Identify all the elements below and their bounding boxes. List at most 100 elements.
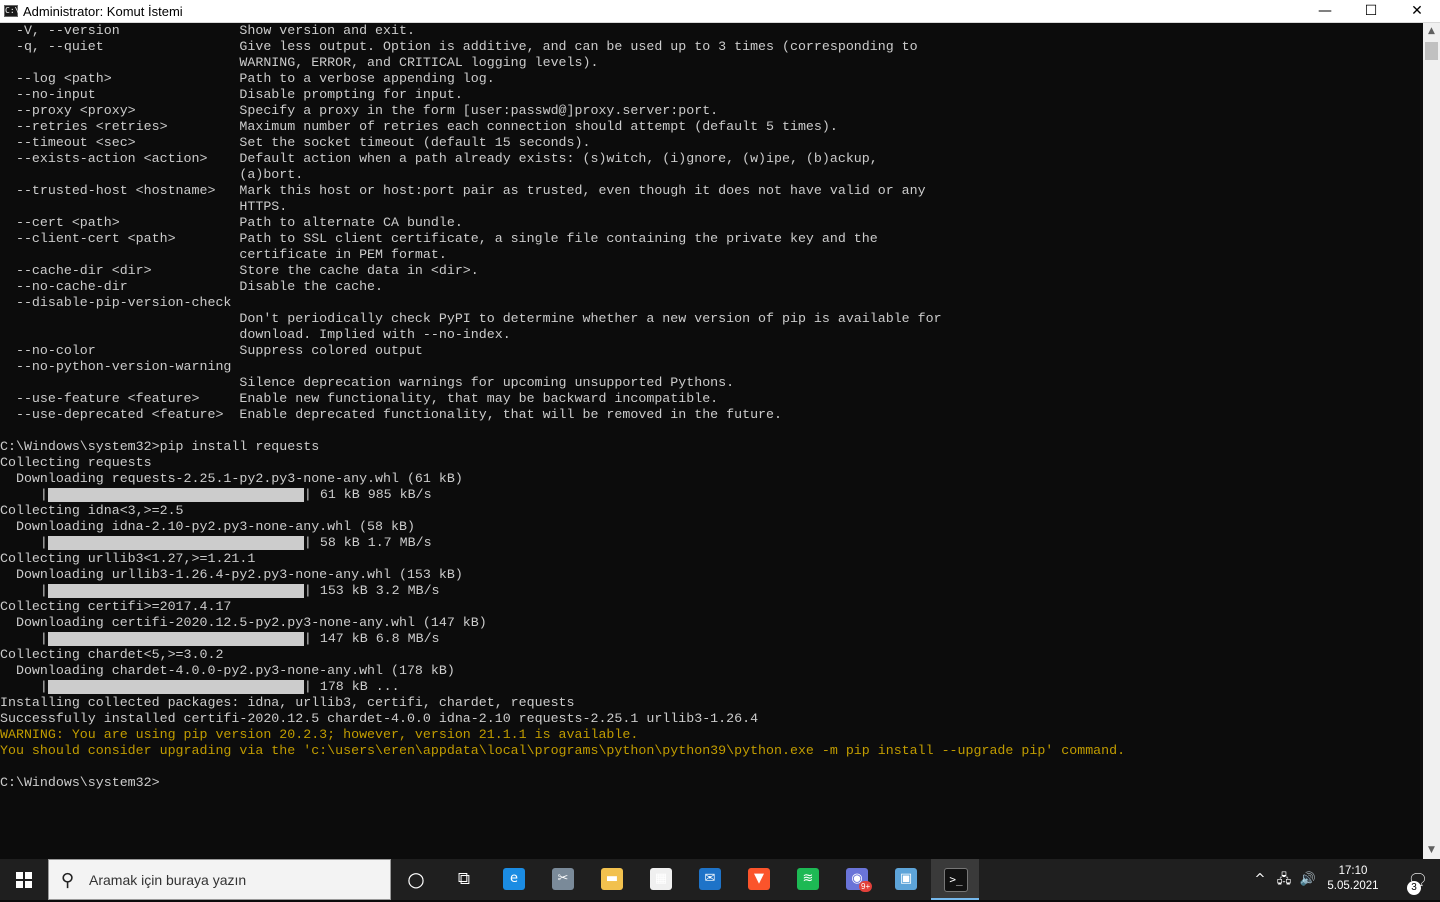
file-explorer-icon: ▬: [601, 868, 623, 890]
console-line: certificate in PEM format.: [0, 247, 1423, 263]
console-line-text: --cert <path> Path to alternate CA bundl…: [0, 215, 463, 230]
console-line-text: WARNING, ERROR, and CRITICAL logging lev…: [0, 55, 599, 70]
task-view-button[interactable]: ⧉: [440, 859, 488, 900]
taskbar-app-spotify[interactable]: ≋: [784, 859, 832, 900]
console-line: --proxy <proxy> Specify a proxy in the f…: [0, 103, 1423, 119]
console-line-text: --no-cache-dir Disable the cache.: [0, 279, 384, 294]
search-placeholder: Aramak için buraya yazın: [89, 872, 247, 888]
chevron-up-icon: ^: [1254, 872, 1266, 887]
console-line-text: C:\Windows\system32>: [0, 775, 160, 790]
console-line-text: |: [0, 535, 48, 550]
control-panel-icon: ▣: [895, 868, 917, 890]
taskbar-app-file-explorer[interactable]: ▬: [588, 859, 636, 900]
console-line-text: --timeout <sec> Set the socket timeout (…: [0, 135, 591, 150]
mail-icon: ✉: [699, 868, 721, 890]
console-line-text: --client-cert <path> Path to SSL client …: [0, 231, 878, 246]
console-line-text: --exists-action <action> Default action …: [0, 151, 878, 166]
console-line-text: -q, --quiet Give less output. Option is …: [0, 39, 918, 54]
download-progress-bar: [47, 488, 304, 502]
console-warning-line: You should consider upgrading via the 'c…: [0, 743, 1423, 759]
network-icon: 🖧: [1276, 872, 1292, 887]
download-progress-bar: [47, 584, 304, 598]
network-button[interactable]: 🖧: [1272, 859, 1296, 900]
console-line: WARNING, ERROR, and CRITICAL logging lev…: [0, 55, 1423, 71]
download-progress-bar: [47, 680, 304, 694]
console-line-text: Downloading requests-2.25.1-py2.py3-none…: [0, 471, 463, 486]
console-line: Downloading idna-2.10-py2.py3-none-any.w…: [0, 519, 1423, 535]
console-line-text: download. Implied with --no-index.: [0, 327, 511, 342]
clock[interactable]: 17:10 5.05.2021: [1322, 859, 1384, 900]
vertical-scrollbar[interactable]: ▲ ▼: [1423, 23, 1440, 859]
console-line: | | 178 kB ...: [0, 679, 1423, 695]
start-button[interactable]: [0, 859, 48, 900]
task-view-icon: ⧉: [457, 869, 471, 889]
console-line-text: Installing collected packages: idna, url…: [0, 695, 575, 710]
download-progress-stats: | 153 kB 3.2 MB/s: [303, 583, 440, 598]
taskbar-app-snipping-tool[interactable]: ✂: [539, 859, 587, 900]
console-line: (a)bort.: [0, 167, 1423, 183]
scroll-down-arrow-icon[interactable]: ▼: [1423, 842, 1440, 859]
console-line: -V, --version Show version and exit.: [0, 23, 1423, 39]
taskbar-app-command-prompt[interactable]: >_: [931, 859, 979, 900]
console-line: --trusted-host <hostname> Mark this host…: [0, 183, 1423, 199]
action-center-button[interactable]: 🗨: [1396, 859, 1440, 900]
console-line-text: |: [0, 487, 48, 502]
volume-button[interactable]: 🔊: [1296, 859, 1320, 900]
console-line-text: Collecting urllib3<1.27,>=1.21.1: [0, 551, 256, 566]
minimize-button[interactable]: —: [1302, 0, 1348, 22]
console-line-text: Collecting chardet<5,>=3.0.2: [0, 647, 224, 662]
console-line-text: certificate in PEM format.: [0, 247, 447, 262]
console-line: C:\Windows\system32>pip install requests: [0, 439, 1423, 455]
console-line: | | 153 kB 3.2 MB/s: [0, 583, 1423, 599]
console-line: --cert <path> Path to alternate CA bundl…: [0, 215, 1423, 231]
console-line-text: --cache-dir <dir> Store the cache data i…: [0, 263, 479, 278]
download-progress-stats: | 61 kB 985 kB/s: [303, 487, 432, 502]
console-line-text: Collecting idna<3,>=2.5: [0, 503, 184, 518]
taskbar-app-edge[interactable]: e: [490, 859, 538, 900]
console-line: --no-color Suppress colored output: [0, 343, 1423, 359]
console-line-text: Downloading chardet-4.0.0-py2.py3-none-a…: [0, 663, 455, 678]
taskbar-app-control-panel[interactable]: ▣: [882, 859, 930, 900]
console-line-text: (a)bort.: [0, 167, 304, 182]
console-line: Collecting requests: [0, 455, 1423, 471]
close-button[interactable]: ✕: [1394, 0, 1440, 22]
console-line: C:\Windows\system32>: [0, 775, 1423, 791]
volume-icon: 🔊: [1299, 872, 1317, 887]
console-line: Installing collected packages: idna, url…: [0, 695, 1423, 711]
console-line: --no-input Disable prompting for input.: [0, 87, 1423, 103]
console-warning-line: WARNING: You are using pip version 20.2.…: [0, 727, 1423, 743]
taskbar-app-brave[interactable]: ▼: [735, 859, 783, 900]
console-line-text: Collecting certifi>=2017.4.17: [0, 599, 232, 614]
maximize-icon: ☐: [1364, 3, 1378, 19]
taskbar-search-box[interactable]: ⚲ Aramak için buraya yazın: [48, 859, 391, 900]
snipping-tool-icon: ✂: [552, 868, 574, 890]
console-line: Downloading urllib3-1.26.4-py2.py3-none-…: [0, 567, 1423, 583]
console-line: Downloading certifi-2020.12.5-py2.py3-no…: [0, 615, 1423, 631]
scroll-up-arrow-icon[interactable]: ▲: [1423, 23, 1440, 40]
console-line-text: |: [0, 679, 48, 694]
download-progress-bar: [47, 632, 304, 646]
download-progress-bar: [47, 536, 304, 550]
console-line: --cache-dir <dir> Store the cache data i…: [0, 263, 1423, 279]
console-line-text: --use-feature <feature> Enable new funct…: [0, 391, 719, 406]
console-line: --retries <retries> Maximum number of re…: [0, 119, 1423, 135]
console-line: Collecting chardet<5,>=3.0.2: [0, 647, 1423, 663]
brave-icon: ▼: [748, 868, 770, 890]
taskbar-app-store[interactable]: ▦: [637, 859, 685, 900]
console-line-text: --no-python-version-warning: [0, 359, 232, 374]
scrollbar-thumb[interactable]: [1425, 42, 1438, 60]
taskbar-app-mail[interactable]: ✉: [686, 859, 734, 900]
console-line-text: |: [0, 631, 48, 646]
windows-logo-icon: [16, 872, 32, 888]
notification-count-badge: 3: [1407, 881, 1421, 895]
show-hidden-icons-button[interactable]: ^: [1250, 859, 1270, 900]
command-prompt-app-icon[interactable]: C:\: [4, 5, 19, 17]
console-output[interactable]: -V, --version Show version and exit. -q,…: [0, 23, 1423, 859]
cortana-button[interactable]: ○: [392, 859, 440, 900]
console-line-text: --log <path> Path to a verbose appending…: [0, 71, 495, 86]
console-line: --timeout <sec> Set the socket timeout (…: [0, 135, 1423, 151]
console-line-text: Downloading certifi-2020.12.5-py2.py3-no…: [0, 615, 487, 630]
maximize-button[interactable]: ☐: [1348, 0, 1394, 22]
taskbar-app-discord[interactable]: ◉ 9+: [833, 859, 881, 900]
console-line-text: WARNING: You are using pip version 20.2.…: [0, 727, 639, 742]
